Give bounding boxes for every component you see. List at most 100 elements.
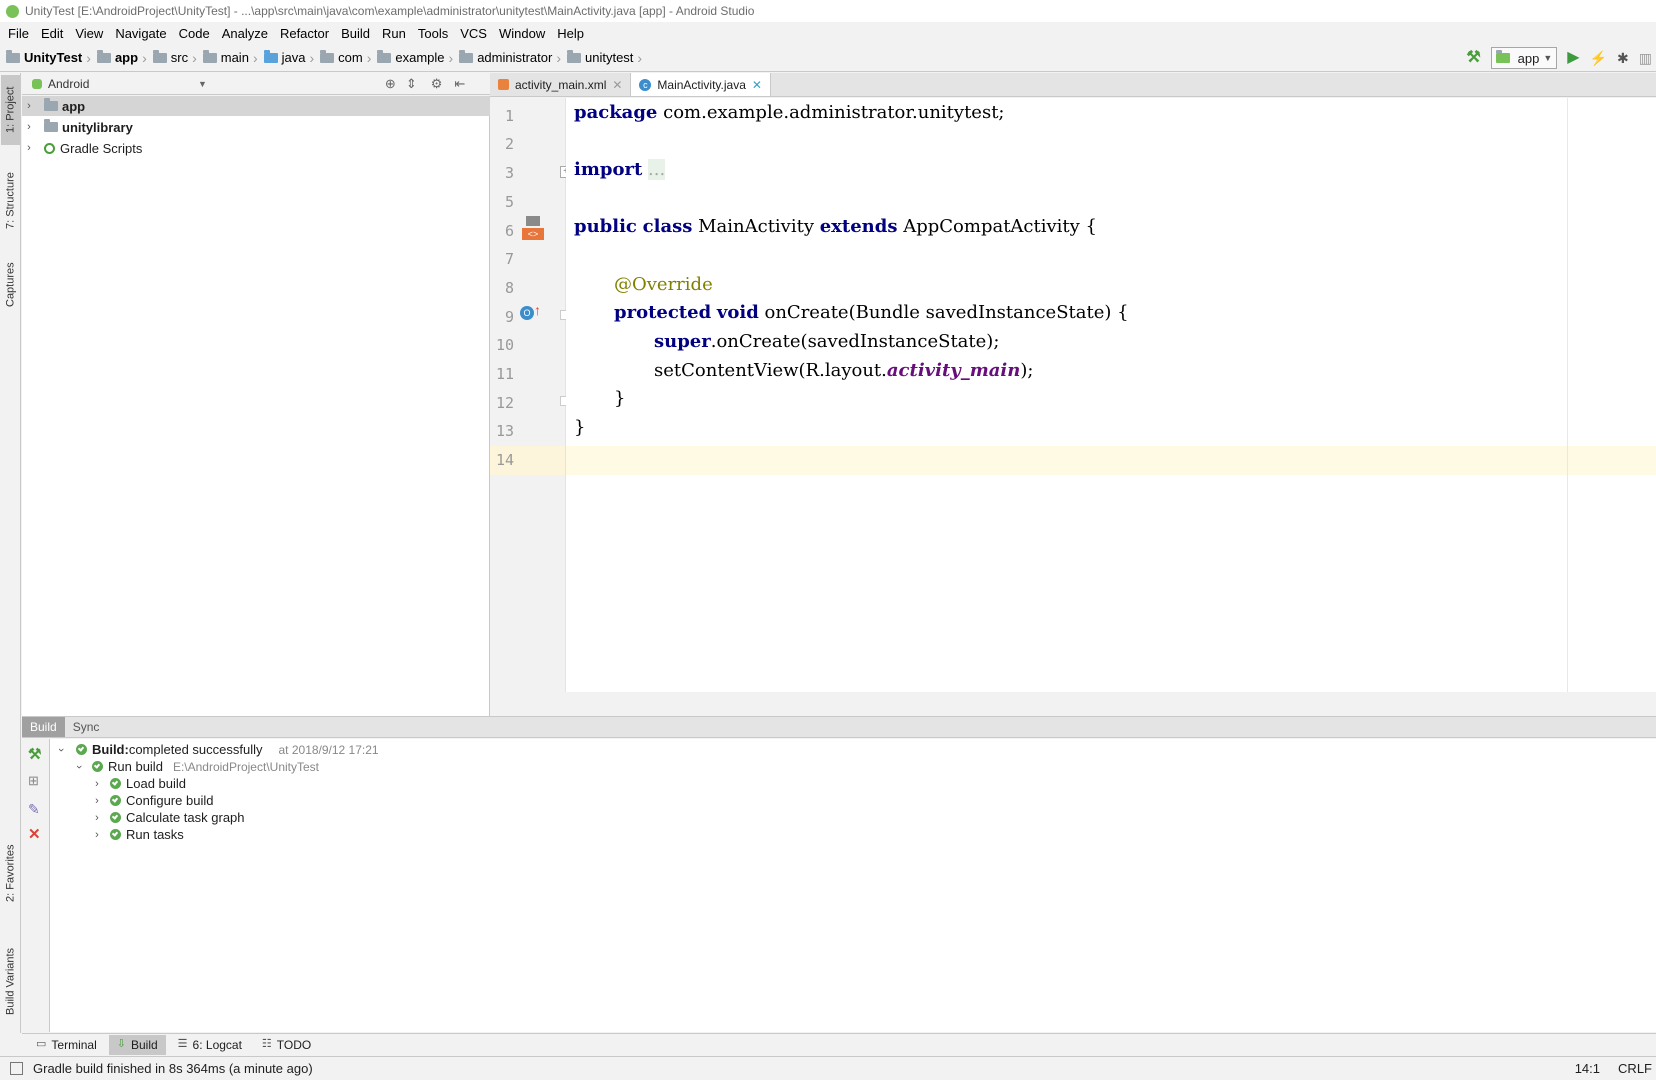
breadcrumb-com[interactable]: com (314, 49, 367, 65)
success-check-icon (110, 812, 121, 823)
menu-refactor[interactable]: Refactor (274, 26, 335, 41)
tool-tab-favorites[interactable]: 2: Favorites (1, 833, 20, 913)
breadcrumb-app[interactable]: app (91, 49, 142, 65)
title-bar: UnityTest [E:\AndroidProject\UnityTest] … (0, 0, 1656, 22)
breadcrumb-main[interactable]: main (197, 49, 253, 65)
status-message[interactable]: Gradle build finished in 8s 364ms (a min… (33, 1061, 313, 1076)
run-configuration-select[interactable]: app ▼ (1490, 47, 1558, 69)
hide-panel-icon[interactable]: ⇤ (454, 76, 465, 92)
menu-tools[interactable]: Tools (412, 26, 454, 41)
caret-position[interactable]: 14:1 (1575, 1061, 1600, 1076)
run-play-icon[interactable]: ▶ (1567, 50, 1579, 66)
close-icon[interactable]: ✕ (752, 78, 762, 92)
tree-item-label: unitylibrary (62, 119, 133, 135)
build-side-toolbar: ⚒ ⊞ ✎ ✕ (22, 739, 50, 1032)
tab-build[interactable]: Build (22, 717, 65, 737)
window-title: UnityTest [E:\AndroidProject\UnityTest] … (25, 4, 755, 18)
close-icon[interactable]: ✕ (28, 825, 41, 843)
menu-file[interactable]: File (2, 26, 35, 41)
line-number: 8 (504, 279, 514, 297)
tab-sync[interactable]: Sync (65, 717, 108, 737)
menu-help[interactable]: Help (551, 26, 590, 41)
menu-edit[interactable]: Edit (35, 26, 69, 41)
left-tool-strip: 1: Project 7: Structure Captures 2: Favo… (0, 73, 21, 1033)
code-editor[interactable]: package com.example.administrator.unityt… (566, 98, 1656, 692)
expand-arrow-icon[interactable]: › (73, 760, 85, 774)
rebuild-hammer-icon[interactable]: ⚒ (28, 745, 41, 763)
layout-xml-gutter-icon[interactable]: <> (522, 216, 544, 242)
tool-tab-captures[interactable]: Captures (1, 253, 20, 317)
override-method-icon[interactable]: O (520, 306, 534, 320)
project-panel-header: Android ▼ ⊕ ⇕ ⚙ ⇤ (22, 73, 490, 95)
expand-arrow-icon[interactable]: › (22, 121, 36, 133)
pin-icon[interactable]: ✎ (28, 801, 40, 818)
menu-navigate[interactable]: Navigate (109, 26, 172, 41)
expand-arrow-icon[interactable]: › (22, 100, 36, 112)
build-task-row[interactable]: › Load build (90, 775, 186, 792)
build-task-row[interactable]: › Configure build (90, 792, 213, 809)
success-check-icon (110, 829, 121, 840)
menu-vcs[interactable]: VCS (454, 26, 493, 41)
chevron-down-icon[interactable]: ▼ (198, 79, 207, 89)
expand-arrow-icon[interactable]: › (90, 778, 104, 790)
tree-item-app[interactable]: › app (22, 96, 490, 116)
debug-bug-icon[interactable]: ✱ (1617, 51, 1629, 65)
breadcrumb-unitytest[interactable]: unitytest (561, 49, 637, 65)
expand-arrow-icon[interactable]: › (90, 812, 104, 824)
build-task-row[interactable]: › Run tasks (90, 826, 184, 843)
package-icon (377, 49, 392, 63)
make-project-hammer-icon[interactable]: ⚒ (1466, 50, 1480, 66)
expand-arrow-icon[interactable]: › (90, 795, 104, 807)
tree-item-gradle-scripts[interactable]: › Gradle Scripts (22, 138, 490, 158)
line-separator[interactable]: CRLF (1618, 1061, 1652, 1076)
breadcrumb-example[interactable]: example (371, 49, 448, 65)
editor-gutter: 1 2 3 5 6 7 8 9 10 11 12 13 14 <> O ↑ + (490, 98, 572, 692)
tab-mainactivity-java[interactable]: c MainActivity.java ✕ (631, 73, 771, 96)
build-task-row[interactable]: › Calculate task graph (90, 809, 244, 826)
collapse-all-icon[interactable]: ⇕ (406, 76, 417, 92)
success-check-icon (110, 778, 121, 789)
code-line-10: super.onCreate(savedInstanceState); (654, 331, 1000, 352)
toggle-view-icon[interactable]: ⊞ (28, 773, 39, 789)
code-line-3: import ... (574, 159, 666, 180)
package-icon (459, 49, 474, 63)
code-line-13: } (574, 417, 586, 438)
build-root-row[interactable]: › Build: completed successfully at 2018/… (54, 741, 379, 758)
close-icon[interactable]: ✕ (612, 78, 622, 92)
breadcrumb-src[interactable]: src (147, 49, 192, 65)
module-folder-icon (44, 98, 58, 111)
folded-imports[interactable]: ... (648, 159, 666, 180)
run-build-row[interactable]: › Run build E:\AndroidProject\UnityTest (72, 758, 319, 775)
menu-analyze[interactable]: Analyze (216, 26, 274, 41)
scroll-from-source-icon[interactable]: ⊕ (385, 76, 396, 92)
breadcrumb-project[interactable]: UnityTest (0, 49, 86, 65)
tool-tab-structure[interactable]: 7: Structure (1, 165, 20, 237)
apply-changes-lightning-icon[interactable]: ⚡ (1590, 51, 1607, 65)
menu-code[interactable]: Code (173, 26, 216, 41)
arrow-up-icon[interactable]: ↑ (534, 302, 541, 318)
expand-arrow-icon[interactable]: › (90, 829, 104, 841)
tool-tab-project[interactable]: 1: Project (1, 75, 20, 145)
expand-arrow-icon[interactable]: › (22, 142, 36, 154)
gear-icon[interactable]: ⚙ (431, 76, 443, 92)
tab-terminal[interactable]: ▭ Terminal (28, 1035, 105, 1055)
tab-build-bottom[interactable]: ⇩ Build (108, 1034, 166, 1055)
project-folder-icon (6, 49, 20, 63)
tab-todo[interactable]: ☷ TODO (254, 1035, 319, 1055)
build-path: E:\AndroidProject\UnityTest (172, 759, 319, 774)
expand-arrow-icon[interactable]: › (55, 743, 67, 757)
tab-activity-main-xml[interactable]: activity_main.xml ✕ (490, 73, 632, 96)
profiler-icon[interactable]: ▥ (1639, 51, 1652, 65)
tree-item-unitylibrary[interactable]: › unitylibrary (22, 117, 490, 137)
tab-logcat[interactable]: ☰ 6: Logcat (170, 1035, 250, 1055)
breadcrumb-administrator[interactable]: administrator (453, 49, 556, 65)
project-view-mode-select[interactable]: Android (48, 77, 198, 91)
status-toggle-icon[interactable] (10, 1062, 23, 1075)
breadcrumb-java[interactable]: java (258, 49, 310, 65)
menu-run[interactable]: Run (376, 26, 412, 41)
menu-build[interactable]: Build (335, 26, 376, 41)
menu-view[interactable]: View (69, 26, 109, 41)
tool-tab-build-variants[interactable]: Build Variants (1, 935, 20, 1027)
chevron-down-icon: ▼ (1543, 53, 1553, 63)
menu-window[interactable]: Window (493, 26, 551, 41)
